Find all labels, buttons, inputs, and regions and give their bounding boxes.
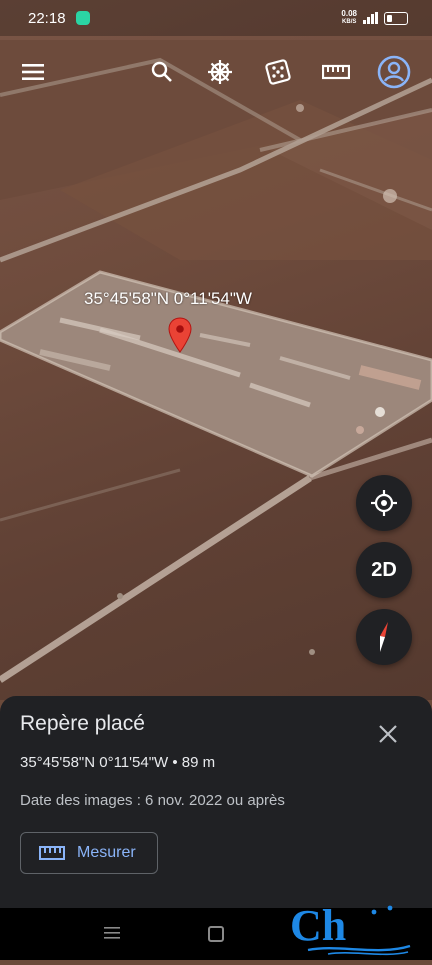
recent-apps-icon <box>104 927 120 939</box>
signal-icon <box>363 12 378 24</box>
compass-icon <box>380 622 388 652</box>
measure-button[interactable]: Mesurer <box>20 832 158 874</box>
top-toolbar <box>0 50 432 94</box>
dice-icon <box>265 59 291 85</box>
recent-apps-button[interactable] <box>104 926 120 945</box>
measure-tool-button[interactable] <box>316 50 356 94</box>
close-icon <box>379 725 397 743</box>
placemark-sheet: Repère placé 35°45'58"N 0°11'54"W • 89 m… <box>0 696 432 908</box>
status-indicators: 0.08 KB/S <box>341 10 408 26</box>
voyager-wheel-icon <box>208 60 232 84</box>
view-mode-toggle[interactable]: 2D <box>356 542 412 598</box>
net-speed-unit: KB/S <box>342 19 357 25</box>
search-icon <box>151 61 172 82</box>
menu-icon <box>22 64 44 80</box>
search-button[interactable] <box>142 50 182 94</box>
map-pin-icon <box>168 317 192 353</box>
account-button[interactable] <box>374 50 414 94</box>
chat-bubble-icon <box>75 11 90 25</box>
status-time: 22:18 <box>28 9 66 27</box>
satellite-map[interactable] <box>0 0 432 700</box>
my-location-icon <box>371 490 397 516</box>
random-place-button[interactable] <box>258 50 298 94</box>
my-location-button[interactable] <box>356 475 412 531</box>
close-button[interactable] <box>374 720 402 748</box>
voyager-button[interactable] <box>200 50 240 94</box>
imagery-date: Date des images : 6 nov. 2022 ou après <box>20 792 285 809</box>
placemark-pin[interactable] <box>168 317 192 358</box>
watermark-logo: Ch <box>288 896 418 965</box>
map-imagery <box>0 40 432 683</box>
menu-button[interactable] <box>14 50 54 94</box>
net-speed-value: 0.08 <box>341 9 357 18</box>
net-speed: 0.08 KB/S <box>341 10 357 26</box>
battery-icon <box>384 11 408 25</box>
watermark-text: Ch <box>290 901 346 950</box>
sheet-title: Repère placé <box>20 712 145 735</box>
status-bar: 22:18 0.08 KB/S <box>0 0 432 36</box>
ruler-icon <box>39 846 65 860</box>
home-button[interactable] <box>208 926 224 942</box>
measure-button-label: Mesurer <box>77 844 136 861</box>
sheet-coordinates: 35°45'58"N 0°11'54"W • 89 m <box>20 754 216 771</box>
ruler-icon <box>322 64 350 80</box>
compass-button[interactable] <box>356 609 412 665</box>
watermark-graphic: Ch <box>290 901 411 956</box>
placemark-label[interactable]: 35°45'58"N 0°11'54"W <box>84 289 252 309</box>
account-icon <box>377 55 411 89</box>
